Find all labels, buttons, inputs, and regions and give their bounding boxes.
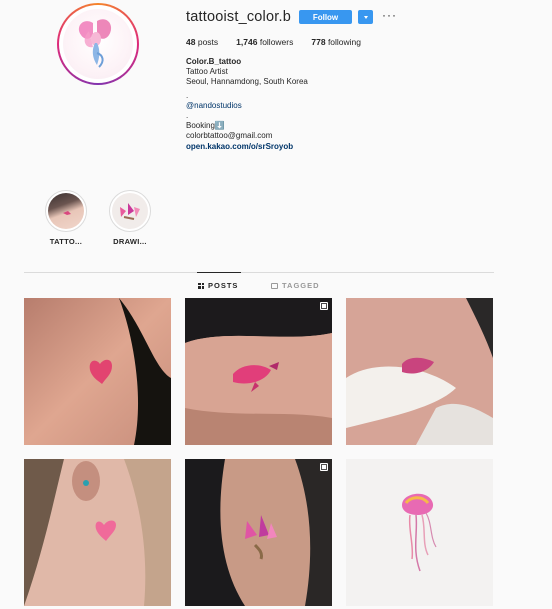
highlight-drawing[interactable]: DRAWI... xyxy=(108,190,152,246)
post-thumbnail[interactable] xyxy=(346,459,493,606)
more-options-icon[interactable]: ··· xyxy=(382,8,397,22)
posts-stat: 48 posts xyxy=(186,37,219,47)
bio-line: Tattoo Artist xyxy=(186,67,228,77)
post-image xyxy=(185,298,332,445)
highlight-cover xyxy=(48,193,84,229)
bio-line: . xyxy=(186,111,189,121)
bio-line: Seoul, Hannamdong, South Korea xyxy=(186,77,308,87)
multiple-posts-icon xyxy=(320,302,328,310)
tag-icon xyxy=(271,282,278,289)
profile-bio: Color.B_tattoo Tattoo Artist Seoul, Hann… xyxy=(186,57,308,152)
follow-button[interactable]: Follow xyxy=(299,10,352,24)
post-thumbnail[interactable] xyxy=(185,459,332,606)
active-tab-indicator xyxy=(197,272,241,273)
post-image xyxy=(346,298,493,445)
profile-stats: 48 posts 1,746 followers 778 following xyxy=(186,37,361,47)
tabs-divider xyxy=(24,272,494,273)
bio-line: Booking⬇️ xyxy=(186,121,225,131)
grid-icon xyxy=(198,282,204,289)
tab-posts[interactable]: POSTS xyxy=(198,281,238,290)
highlight-cover xyxy=(112,193,148,229)
highlight-label: TATTO... xyxy=(49,237,83,246)
bio-line: . xyxy=(186,90,189,100)
avatar-image xyxy=(63,9,133,79)
mention-link[interactable]: @nandostudios xyxy=(186,101,308,111)
highlight-label: DRAWI... xyxy=(113,237,147,246)
bio-email: colorbtattoo@gmail.com xyxy=(186,131,273,141)
website-link[interactable]: open.kakao.com/o/srSroyob xyxy=(186,142,308,152)
post-thumbnail[interactable] xyxy=(346,298,493,445)
following-stat[interactable]: 778 following xyxy=(311,37,361,47)
post-image xyxy=(185,459,332,606)
profile-avatar[interactable] xyxy=(57,3,139,85)
tab-tagged[interactable]: TAGGED xyxy=(271,281,320,290)
betta-fish-illustration xyxy=(78,19,112,68)
highlight-tattoo[interactable]: TATTO... xyxy=(44,190,88,246)
post-image xyxy=(346,459,493,606)
post-image xyxy=(24,459,171,606)
post-thumbnail[interactable] xyxy=(185,298,332,445)
followers-stat[interactable]: 1,746 followers xyxy=(236,37,293,47)
profile-username: tattooist_color.b xyxy=(186,9,291,25)
dropdown-arrow-icon xyxy=(363,15,368,19)
post-image xyxy=(24,298,171,445)
display-name: Color.B_tattoo xyxy=(186,57,242,66)
multiple-posts-icon xyxy=(320,463,328,471)
post-thumbnail[interactable] xyxy=(24,298,171,445)
suggested-accounts-dropdown[interactable] xyxy=(358,10,373,24)
post-thumbnail[interactable] xyxy=(24,459,171,606)
